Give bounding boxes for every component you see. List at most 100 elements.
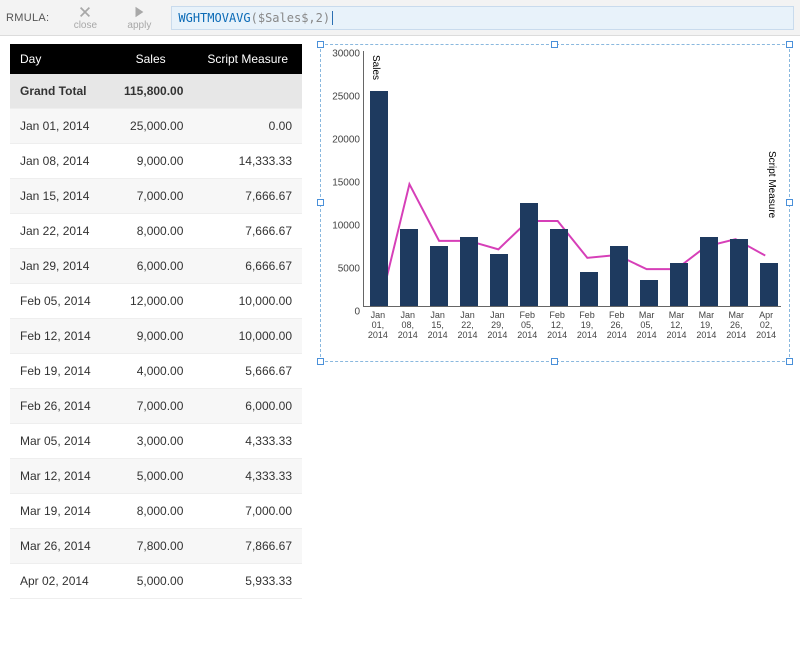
- bar: [760, 263, 778, 306]
- cell-day: Mar 05, 2014: [10, 424, 108, 459]
- x-tick-label: Jan29,2014: [482, 309, 512, 361]
- table-row-grand[interactable]: Grand Total 115,800.00: [10, 74, 302, 109]
- table-row[interactable]: Feb 26, 2014 7,000.00 6,000.00: [10, 389, 302, 424]
- table-row[interactable]: Mar 26, 2014 7,800.00 7,866.67: [10, 529, 302, 564]
- cell-sm: 4,333.33: [193, 459, 302, 494]
- cell-day: Jan 01, 2014: [10, 109, 108, 144]
- table-row[interactable]: Jan 15, 2014 7,000.00 7,666.67: [10, 179, 302, 214]
- cell-sm: [193, 74, 302, 109]
- bar: [610, 246, 628, 306]
- cell-sm: 5,933.33: [193, 564, 302, 599]
- cell-day: Feb 19, 2014: [10, 354, 108, 389]
- col-sales[interactable]: Sales: [108, 44, 194, 74]
- formula-label: RMULA:: [6, 12, 49, 24]
- table-row[interactable]: Feb 05, 2014 12,000.00 10,000.00: [10, 284, 302, 319]
- resize-handle[interactable]: [786, 41, 793, 48]
- bar: [490, 254, 508, 306]
- table-row[interactable]: Jan 08, 2014 9,000.00 14,333.33: [10, 144, 302, 179]
- cell-day: Grand Total: [10, 74, 108, 109]
- cell-sm: 6,666.67: [193, 249, 302, 284]
- cell-sm: 6,000.00: [193, 389, 302, 424]
- cell-sales: 4,000.00: [108, 354, 194, 389]
- table-row[interactable]: Jan 29, 2014 6,000.00 6,666.67: [10, 249, 302, 284]
- cell-day: Feb 12, 2014: [10, 319, 108, 354]
- close-icon: [78, 5, 92, 19]
- x-tick-label: Feb19,2014: [572, 309, 602, 361]
- bar: [520, 203, 538, 306]
- cell-day: Feb 05, 2014: [10, 284, 108, 319]
- cell-sm: 14,333.33: [193, 144, 302, 179]
- line-series: [364, 51, 781, 306]
- table-row[interactable]: Jan 22, 2014 8,000.00 7,666.67: [10, 214, 302, 249]
- bar: [580, 272, 598, 306]
- apply-button[interactable]: apply: [117, 5, 161, 31]
- x-tick-label: Mar12,2014: [662, 309, 692, 361]
- cell-sales: 7,800.00: [108, 529, 194, 564]
- table-row[interactable]: Feb 12, 2014 9,000.00 10,000.00: [10, 319, 302, 354]
- y-tick-label: 25000: [324, 92, 364, 103]
- cell-day: Mar 12, 2014: [10, 459, 108, 494]
- cell-sales: 7,000.00: [108, 179, 194, 214]
- table-row[interactable]: Jan 01, 2014 25,000.00 0.00: [10, 109, 302, 144]
- y-tick-label: 0: [324, 307, 364, 318]
- x-tick-label: Jan01,2014: [363, 309, 393, 361]
- cell-sm: 10,000.00: [193, 319, 302, 354]
- close-button[interactable]: close: [63, 5, 107, 31]
- col-day[interactable]: Day: [10, 44, 108, 74]
- y-tick-label: 5000: [324, 264, 364, 275]
- bar: [430, 246, 448, 306]
- bar: [730, 239, 748, 306]
- cell-day: Jan 15, 2014: [10, 179, 108, 214]
- bar: [400, 229, 418, 306]
- y-tick-label: 15000: [324, 178, 364, 189]
- bar: [370, 91, 388, 306]
- cell-sales: 9,000.00: [108, 319, 194, 354]
- chart-plot: Sales Script Measure 0500010000150002000…: [321, 51, 789, 361]
- cell-sm: 10,000.00: [193, 284, 302, 319]
- cell-sales: 12,000.00: [108, 284, 194, 319]
- cell-sales: 5,000.00: [108, 459, 194, 494]
- cell-sm: 7,866.67: [193, 529, 302, 564]
- table-row[interactable]: Feb 19, 2014 4,000.00 5,666.67: [10, 354, 302, 389]
- bar: [700, 237, 718, 306]
- col-script-measure[interactable]: Script Measure: [193, 44, 302, 74]
- table-row[interactable]: Mar 05, 2014 3,000.00 4,333.33: [10, 424, 302, 459]
- table-row[interactable]: Mar 12, 2014 5,000.00 4,333.33: [10, 459, 302, 494]
- formula-args: ($Sales$,2): [251, 11, 330, 25]
- cell-sales: 115,800.00: [108, 74, 194, 109]
- resize-handle[interactable]: [551, 41, 558, 48]
- cell-sales: 5,000.00: [108, 564, 194, 599]
- x-tick-label: Feb12,2014: [542, 309, 572, 361]
- cell-sm: 7,000.00: [193, 494, 302, 529]
- cell-sales: 25,000.00: [108, 109, 194, 144]
- table-row[interactable]: Mar 19, 2014 8,000.00 7,000.00: [10, 494, 302, 529]
- x-tick-label: Jan15,2014: [423, 309, 453, 361]
- cell-sm: 5,666.67: [193, 354, 302, 389]
- x-tick-label: Apr02,2014: [751, 309, 781, 361]
- x-tick-label: Jan08,2014: [393, 309, 423, 361]
- resize-handle[interactable]: [317, 41, 324, 48]
- cell-day: Jan 22, 2014: [10, 214, 108, 249]
- x-tick-label: Feb05,2014: [512, 309, 542, 361]
- formula-input[interactable]: WGHTMOVAVG($Sales$,2): [171, 6, 794, 30]
- table-row[interactable]: Apr 02, 2014 5,000.00 5,933.33: [10, 564, 302, 599]
- cell-sales: 8,000.00: [108, 214, 194, 249]
- cell-day: Apr 02, 2014: [10, 564, 108, 599]
- bar: [670, 263, 688, 306]
- text-caret: [332, 11, 333, 25]
- cell-sm: 4,333.33: [193, 424, 302, 459]
- data-table: Day Sales Script Measure Grand Total 115…: [10, 44, 302, 599]
- cell-sales: 7,000.00: [108, 389, 194, 424]
- y-tick-label: 30000: [324, 49, 364, 60]
- cell-day: Jan 08, 2014: [10, 144, 108, 179]
- cell-sm: 0.00: [193, 109, 302, 144]
- bar: [550, 229, 568, 306]
- formula-toolbar: RMULA: close apply WGHTMOVAVG($Sales$,2): [0, 0, 800, 36]
- x-tick-label: Mar19,2014: [691, 309, 721, 361]
- chart-panel[interactable]: Sales Script Measure 0500010000150002000…: [320, 44, 790, 362]
- x-tick-label: Feb26,2014: [602, 309, 632, 361]
- cell-sm: 7,666.67: [193, 214, 302, 249]
- cell-sm: 7,666.67: [193, 179, 302, 214]
- cell-day: Feb 26, 2014: [10, 389, 108, 424]
- x-tick-label: Mar26,2014: [721, 309, 751, 361]
